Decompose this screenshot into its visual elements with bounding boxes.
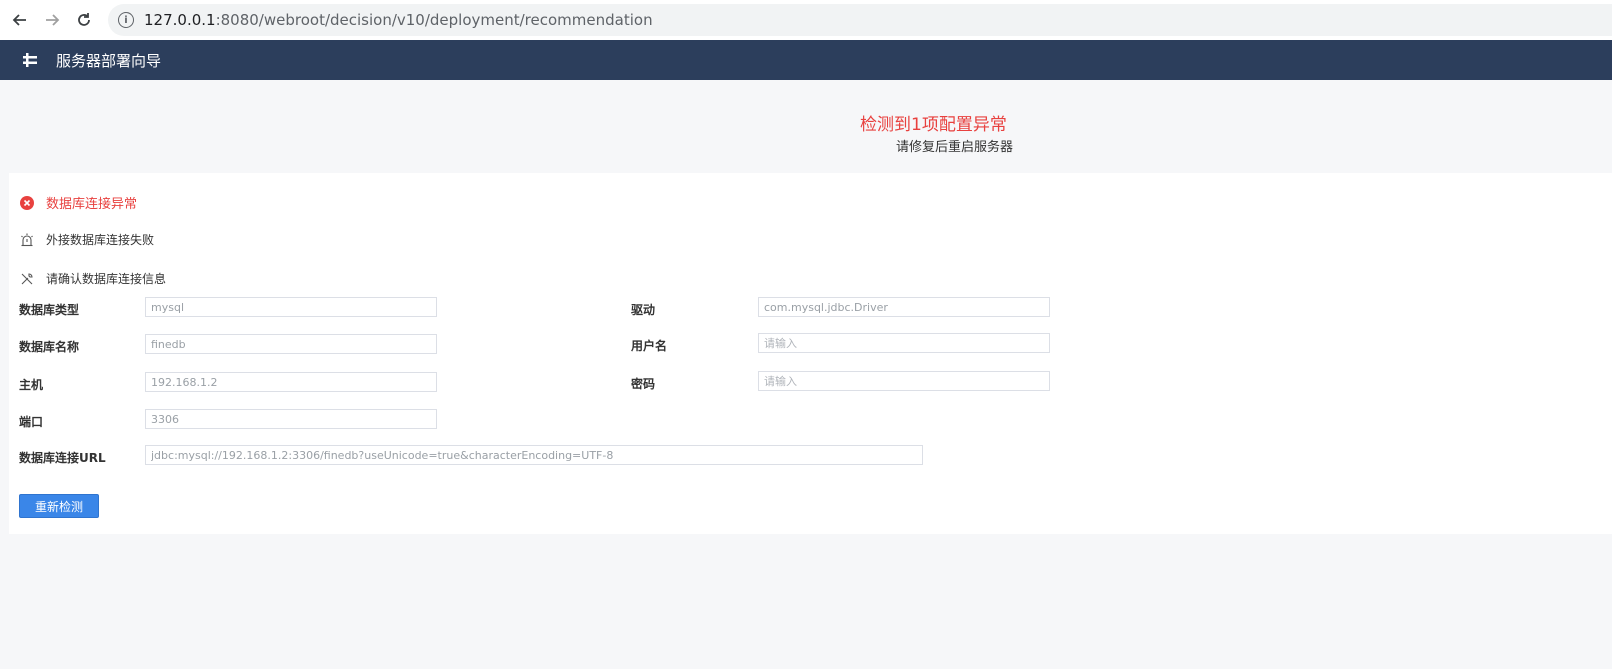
driver-input[interactable]	[758, 297, 1050, 317]
issue-reason-text: 外接数据库连接失败	[46, 233, 155, 247]
back-arrow-icon[interactable]	[8, 8, 32, 32]
db-name-label: 数据库名称	[19, 340, 80, 354]
page-title: 服务器部署向导	[56, 51, 162, 70]
username-input[interactable]	[758, 333, 1050, 353]
recheck-button[interactable]: 重新检测	[19, 494, 99, 518]
db-name-input[interactable]	[145, 334, 437, 354]
port-label: 端口	[19, 415, 44, 429]
issue-fix: 请确认数据库连接信息	[19, 270, 166, 287]
wrench-icon	[19, 271, 35, 287]
info-icon[interactable]: i	[118, 12, 134, 28]
status-summary: 检测到1项配置异常 请修复后重启服务器	[0, 80, 1612, 172]
issue-panel: 数据库连接异常 外接数据库连接失败 请确认数据库连接信息 数据库类型 数据库名称…	[9, 173, 1612, 534]
db-url-label: 数据库连接URL	[19, 451, 106, 465]
db-url-input[interactable]	[145, 445, 923, 465]
issue-error: 数据库连接异常	[19, 193, 137, 212]
username-label: 用户名	[631, 339, 668, 353]
status-subtitle: 请修复后重启服务器	[896, 140, 1014, 155]
issue-reason: 外接数据库连接失败	[19, 231, 154, 248]
port-input[interactable]	[145, 409, 437, 429]
wizard-logo-icon	[20, 50, 40, 70]
issue-error-title: 数据库连接异常	[46, 197, 138, 212]
url-path: :8080/webroot/decision/v10/deployment/re…	[215, 11, 653, 29]
driver-label: 驱动	[631, 303, 656, 317]
password-label: 密码	[631, 377, 656, 391]
status-headline: 检测到1项配置异常	[860, 115, 1007, 135]
db-type-input[interactable]	[145, 297, 437, 317]
alarm-icon	[19, 232, 35, 248]
reload-icon[interactable]	[72, 8, 96, 32]
address-bar[interactable]: i 127.0.0.1:8080/webroot/decision/v10/de…	[108, 4, 1612, 36]
error-circle-icon	[19, 195, 35, 211]
issue-fix-text: 请确认数据库连接信息	[46, 272, 167, 286]
host-input[interactable]	[145, 372, 437, 392]
url-host: 127.0.0.1	[144, 11, 216, 29]
db-type-label: 数据库类型	[19, 303, 80, 317]
password-input[interactable]	[758, 371, 1050, 391]
browser-toolbar: i 127.0.0.1:8080/webroot/decision/v10/de…	[0, 0, 1612, 41]
forward-arrow-icon[interactable]	[40, 8, 64, 32]
app-header: 服务器部署向导	[0, 40, 1612, 80]
host-label: 主机	[19, 378, 44, 392]
